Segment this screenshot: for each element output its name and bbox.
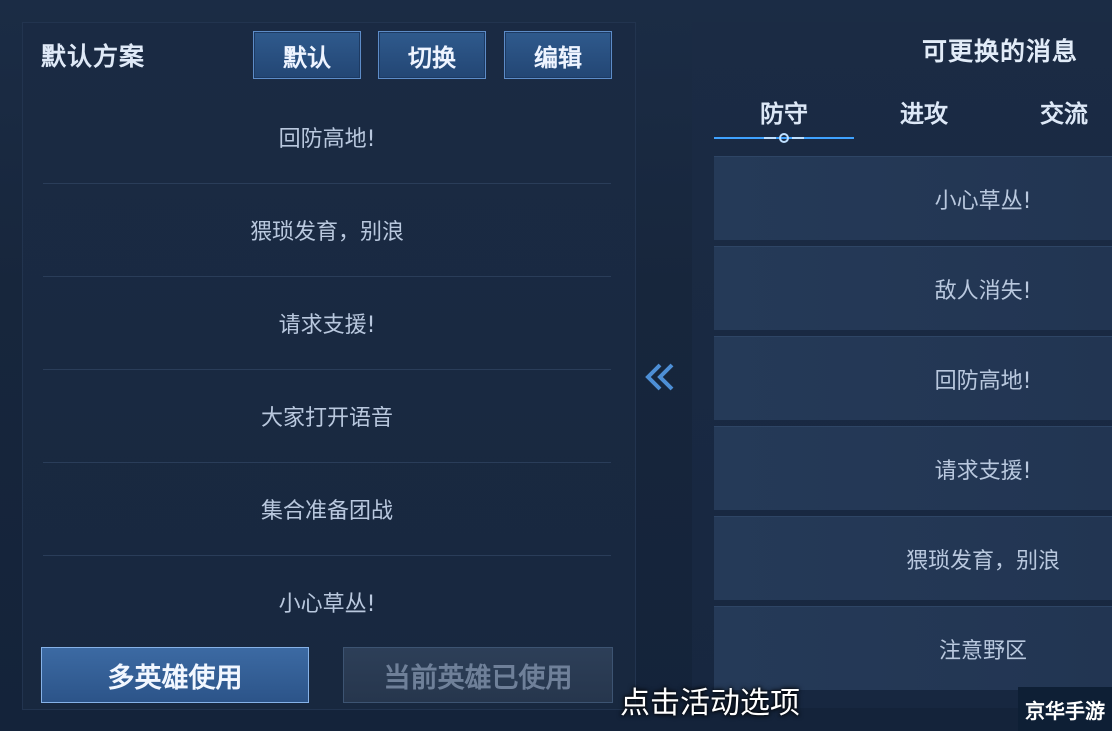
edit-button[interactable]: 编辑	[504, 31, 612, 79]
scheme-message-list: 回防高地! 猥琐发育，别浪 请求支援! 大家打开语音 集合准备团战 小心草丛!	[43, 91, 611, 648]
default-button[interactable]: 默认	[253, 31, 361, 79]
active-tab-indicator	[714, 133, 854, 143]
list-item[interactable]: 回防高地!	[43, 91, 611, 184]
list-item[interactable]: 小心草丛!	[714, 156, 1112, 240]
switch-button[interactable]: 切换	[378, 31, 486, 79]
list-item[interactable]: 大家打开语音	[43, 370, 611, 463]
current-hero-used-button[interactable]: 当前英雄已使用	[343, 647, 613, 703]
list-item[interactable]: 请求支援!	[43, 277, 611, 370]
replaceable-messages-panel: 可更换的消息 防守 进攻 交流 小心草丛! 敌人消失! 回防高地! 请求支援! …	[692, 22, 1112, 708]
multi-hero-use-button[interactable]: 多英雄使用	[41, 647, 309, 703]
list-item[interactable]: 请求支援!	[714, 426, 1112, 510]
default-scheme-panel: 默认方案 默认 切换 编辑 回防高地! 猥琐发育，别浪 请求支援! 大家打开语音…	[22, 22, 636, 710]
list-item[interactable]: 猥琐发育，别浪	[43, 184, 611, 277]
tab-communication[interactable]: 交流	[1040, 94, 1088, 129]
list-item[interactable]: 回防高地!	[714, 336, 1112, 420]
panel-title: 可更换的消息	[921, 37, 1078, 66]
list-item[interactable]: 集合准备团战	[43, 463, 611, 556]
tab-defense[interactable]: 防守	[760, 94, 808, 129]
tab-attack[interactable]: 进攻	[900, 94, 948, 129]
replaceable-message-list: 小心草丛! 敌人消失! 回防高地! 请求支援! 猥琐发育，别浪 注意野区	[714, 156, 1112, 696]
video-caption: 点击活动选项	[620, 686, 800, 721]
panel-title: 默认方案	[41, 42, 146, 71]
list-item[interactable]: 猥琐发育，别浪	[714, 516, 1112, 600]
double-chevron-left-icon[interactable]	[640, 355, 680, 399]
list-item[interactable]: 敌人消失!	[714, 246, 1112, 330]
watermark-logo: 京华手游	[1018, 687, 1112, 731]
list-item[interactable]: 小心草丛!	[43, 556, 611, 648]
